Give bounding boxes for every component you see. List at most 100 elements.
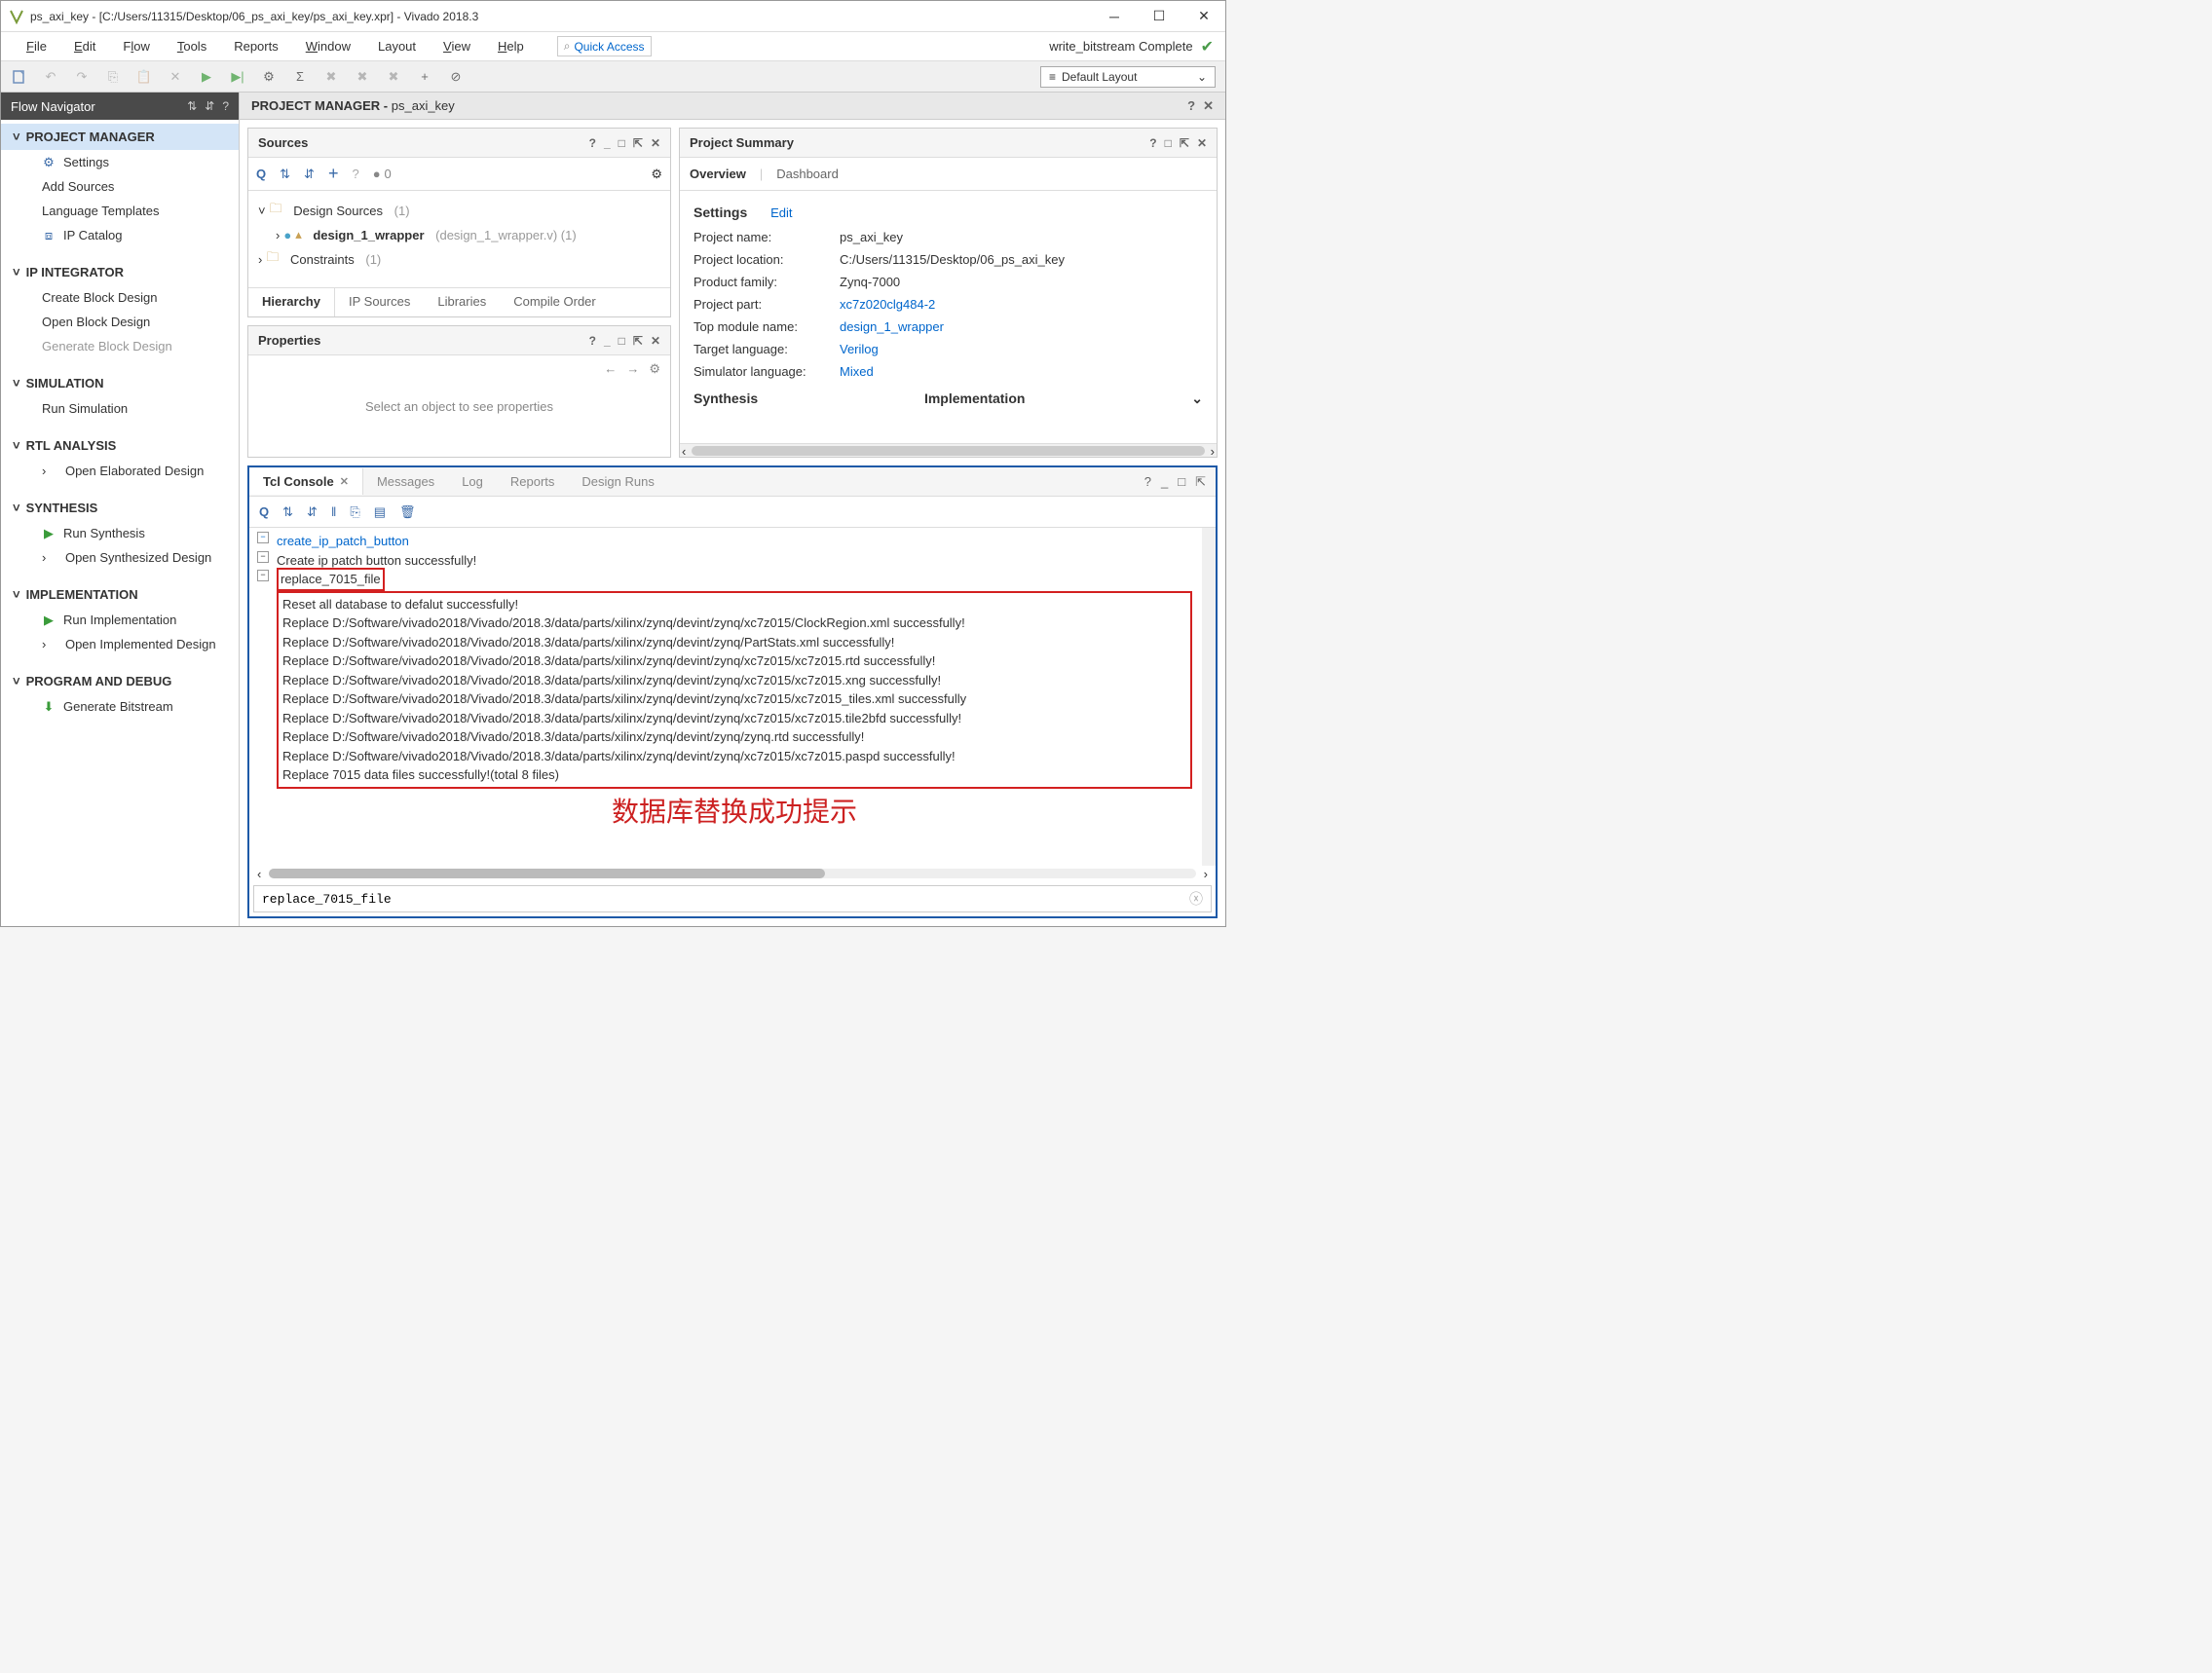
close-icon[interactable]: ✕ <box>651 136 660 150</box>
list-icon[interactable]: ▤ <box>374 504 386 520</box>
redo-icon[interactable]: ↷ <box>73 68 91 86</box>
tab-dashboard[interactable]: Dashboard <box>776 167 839 181</box>
target-lang-link[interactable]: Verilog <box>840 342 879 356</box>
close-button[interactable]: ✕ <box>1190 5 1218 28</box>
menu-flow[interactable]: Flow <box>109 35 163 57</box>
nav-open-elaborated[interactable]: › Open Elaborated Design <box>1 459 239 483</box>
paste-icon[interactable]: 📋 <box>135 68 153 86</box>
tab-design-runs[interactable]: Design Runs <box>568 468 667 495</box>
pause-icon[interactable]: ‖ <box>331 504 336 519</box>
tab-libraries[interactable]: Libraries <box>424 288 500 316</box>
tree-constraints[interactable]: ›🗀 Constraints (1) <box>258 245 660 273</box>
sigma-icon[interactable]: Σ <box>291 68 309 86</box>
minimize-icon[interactable]: _ <box>604 136 611 150</box>
menu-layout[interactable]: Layout <box>364 35 430 57</box>
tab-reports[interactable]: Reports <box>497 468 569 495</box>
nav-generate-block-design[interactable]: Generate Block Design <box>1 334 239 358</box>
nav-create-block-design[interactable]: Create Block Design <box>1 285 239 310</box>
tab-overview[interactable]: Overview <box>690 167 746 181</box>
tab-log[interactable]: Log <box>448 468 497 495</box>
nav-open-block-design[interactable]: Open Block Design <box>1 310 239 334</box>
nav-language-templates[interactable]: Language Templates <box>1 199 239 223</box>
menu-window[interactable]: Window <box>292 35 364 57</box>
chevron-down-icon[interactable]: ⌄ <box>1191 390 1203 407</box>
cancel3-icon[interactable]: ✖ <box>385 68 402 86</box>
edit-link[interactable]: Edit <box>770 205 792 220</box>
nav-add-sources[interactable]: Add Sources <box>1 174 239 199</box>
section-implementation[interactable]: ˅IMPLEMENTATION <box>1 581 239 608</box>
run-icon[interactable]: ▶ <box>198 68 215 86</box>
close-icon[interactable]: ✕ <box>651 334 660 348</box>
nav-run-simulation[interactable]: Run Simulation <box>1 396 239 421</box>
forward-icon[interactable]: → <box>626 361 639 377</box>
collapse-marker-icon[interactable]: − <box>257 532 269 543</box>
console-input[interactable] <box>262 892 1189 907</box>
cut-icon[interactable]: ✕ <box>167 68 184 86</box>
section-program-debug[interactable]: ˅PROGRAM AND DEBUG <box>1 668 239 694</box>
help-icon[interactable]: ? <box>1187 98 1195 114</box>
console-hscroll[interactable]: ‹ › <box>249 866 1216 881</box>
stop-icon[interactable]: ⊘ <box>447 68 465 86</box>
gear-icon[interactable]: ⚙ <box>651 167 662 182</box>
run-step-icon[interactable]: ▶| <box>229 68 246 86</box>
quick-access-search[interactable]: ⌕ Quick Access <box>557 36 652 56</box>
close-icon[interactable]: ✕ <box>340 475 349 488</box>
info-icon[interactable]: ? <box>352 167 358 181</box>
tab-ip-sources[interactable]: IP Sources <box>335 288 424 316</box>
search-icon[interactable]: Q <box>256 167 266 181</box>
menu-tools[interactable]: Tools <box>164 35 220 57</box>
minimize-button[interactable]: ─ <box>1101 5 1128 28</box>
sources-tree[interactable]: ˅🗀 Design Sources (1) ›●▴ design_1_wrapp… <box>248 191 670 287</box>
help-icon[interactable]: ? <box>1144 474 1151 490</box>
add-icon[interactable]: + <box>328 164 339 184</box>
sim-lang-link[interactable]: Mixed <box>840 364 874 379</box>
layout-dropdown[interactable]: ≡Default Layout ⌄ <box>1040 66 1216 88</box>
menu-edit[interactable]: Edit <box>60 35 109 57</box>
tab-tcl-console[interactable]: Tcl Console✕ <box>249 468 363 495</box>
close-icon[interactable]: ✕ <box>1197 136 1207 150</box>
maximize-icon[interactable]: □ <box>619 334 625 348</box>
restore-icon[interactable]: ⇱ <box>1180 136 1189 150</box>
gear-icon[interactable]: ⚙ <box>260 68 278 86</box>
nav-open-implemented[interactable]: › Open Implemented Design <box>1 632 239 656</box>
nav-open-synthesized[interactable]: › Open Synthesized Design <box>1 545 239 570</box>
trash-icon[interactable]: 🗑 <box>399 504 416 520</box>
tab-hierarchy[interactable]: Hierarchy <box>248 288 335 316</box>
restore-icon[interactable]: ⇱ <box>633 334 643 348</box>
nav-ip-catalog[interactable]: ⧈IP Catalog <box>1 223 239 247</box>
restore-icon[interactable]: ⇱ <box>633 136 643 150</box>
minimize-icon[interactable]: _ <box>604 334 611 348</box>
section-ip-integrator[interactable]: ˅IP INTEGRATOR <box>1 259 239 285</box>
copy-icon[interactable]: ⎘ <box>350 504 359 520</box>
restore-icon[interactable]: ⇱ <box>1195 474 1206 490</box>
cancel2-icon[interactable]: ✖ <box>354 68 371 86</box>
console-output[interactable]: −create_ip_patch_button −Create ip patch… <box>249 528 1202 866</box>
expand-icon[interactable]: ⇵ <box>205 99 214 113</box>
close-icon[interactable]: ✕ <box>1203 98 1214 114</box>
collapse-marker-icon[interactable]: − <box>257 551 269 563</box>
menu-file[interactable]: File <box>13 35 60 57</box>
top-module-link[interactable]: design_1_wrapper <box>840 319 944 334</box>
collapse-icon[interactable]: ⇅ <box>282 504 293 520</box>
maximize-icon[interactable]: □ <box>619 136 625 150</box>
nav-run-synthesis[interactable]: ▶Run Synthesis <box>1 521 239 545</box>
nav-run-implementation[interactable]: ▶Run Implementation <box>1 608 239 632</box>
tab-compile-order[interactable]: Compile Order <box>500 288 610 316</box>
search-icon[interactable]: Q <box>259 504 269 519</box>
console-vscroll[interactable] <box>1202 528 1216 866</box>
tree-wrapper[interactable]: ›●▴ design_1_wrapper (design_1_wrapper.v… <box>258 224 660 245</box>
collapse-icon[interactable]: ⇅ <box>187 99 197 113</box>
summary-hscroll[interactable]: ‹ › <box>680 443 1217 457</box>
help-icon[interactable]: ? <box>222 99 229 113</box>
maximize-icon[interactable]: □ <box>1178 474 1185 490</box>
menu-view[interactable]: View <box>430 35 484 57</box>
collapse-marker-icon[interactable]: − <box>257 570 269 581</box>
maximize-icon[interactable]: □ <box>1165 136 1172 150</box>
new-icon[interactable] <box>11 68 28 86</box>
expand-icon[interactable]: ⇵ <box>304 167 315 182</box>
collapse-icon[interactable]: ⇅ <box>280 167 290 182</box>
cancel-icon[interactable]: ✖ <box>322 68 340 86</box>
menu-help[interactable]: Help <box>484 35 538 57</box>
expand-icon[interactable]: ⇵ <box>307 504 318 520</box>
plus-icon[interactable]: + <box>416 68 433 86</box>
